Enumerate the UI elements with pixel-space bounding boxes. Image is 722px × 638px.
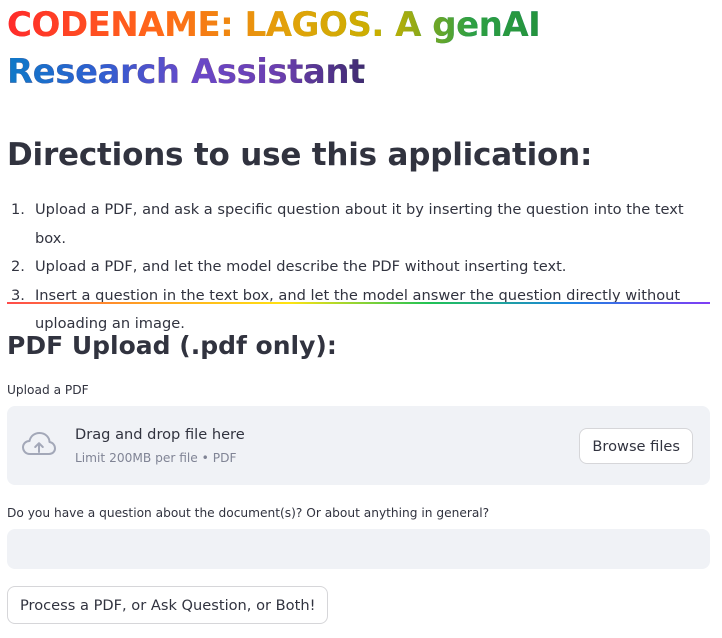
cloud-upload-icon	[22, 432, 56, 455]
pdf-upload-heading: PDF Upload (.pdf only):	[7, 331, 337, 360]
page-title-line2: Research Assistant	[7, 49, 369, 96]
list-item-number: 3.	[11, 286, 25, 304]
file-dropzone[interactable]: Drag and drop file here Limit 200MB per …	[7, 406, 710, 485]
browse-files-button[interactable]: Browse files	[579, 428, 693, 464]
page-title: CODENAME: LAGOS. A genAI Research Assist…	[7, 0, 710, 96]
question-input[interactable]	[7, 529, 710, 569]
dropzone-instruction: Drag and drop file here	[75, 426, 245, 443]
list-item-text: Upload a PDF, and ask a specific questio…	[35, 201, 684, 247]
directions-heading: Directions to use this application:	[7, 137, 593, 173]
directions-list: 1. Upload a PDF, and ask a specific ques…	[7, 196, 710, 339]
list-item-number: 2.	[11, 258, 25, 275]
dropzone-limit: Limit 200MB per file • PDF	[75, 451, 237, 465]
process-button[interactable]: Process a PDF, or Ask Question, or Both!	[7, 586, 329, 624]
upload-label: Upload a PDF	[7, 383, 89, 397]
rainbow-divider	[7, 302, 710, 304]
dropzone-text: Drag and drop file here Limit 200MB per …	[75, 425, 245, 466]
list-item-text: Upload a PDF, and let the model describe…	[35, 258, 567, 275]
question-label: Do you have a question about the documen…	[7, 506, 490, 520]
list-item: 2. Upload a PDF, and let the model descr…	[7, 253, 710, 282]
list-item-text: Insert a question in the text box, and l…	[35, 286, 681, 333]
main-container: CODENAME: LAGOS. A genAI Research Assist…	[7, 0, 710, 624]
list-item: 1. Upload a PDF, and ask a specific ques…	[7, 196, 710, 253]
list-item-number: 1.	[11, 201, 25, 218]
page-title-line1: CODENAME: LAGOS. A genAI	[7, 2, 710, 49]
